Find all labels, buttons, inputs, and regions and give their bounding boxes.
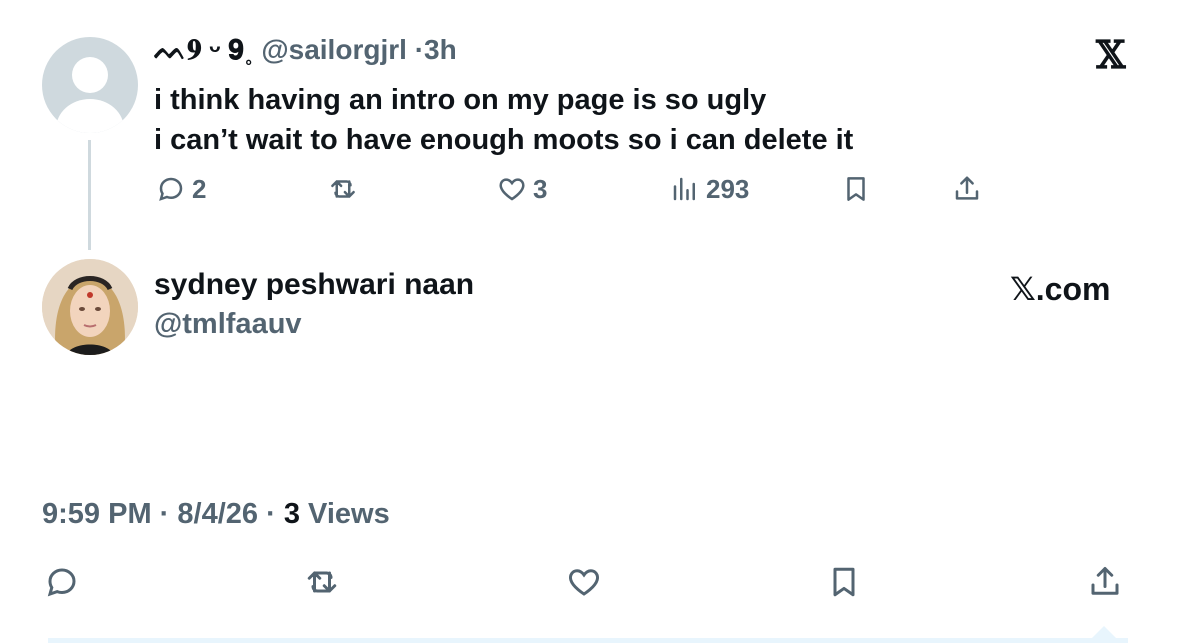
quoted-handle[interactable]: @sailorgjrl: [261, 34, 407, 65]
quoted-like-button[interactable]: 3: [497, 172, 547, 206]
quoted-text-line: i can’t wait to have enough moots so i c…: [154, 124, 854, 156]
share-button[interactable]: [1087, 564, 1123, 600]
share-icon: [1091, 567, 1119, 595]
quoted-share-button[interactable]: [952, 172, 982, 206]
repost-icon: [307, 571, 337, 593]
repost-button[interactable]: [304, 564, 340, 600]
reply-composer-edge: [48, 638, 1128, 643]
x-com-label: 𝕏.com: [1010, 271, 1111, 307]
quoted-avatar[interactable]: [42, 37, 138, 133]
reply-text[interactable]: [42, 410, 52, 450]
views-icon: [673, 177, 695, 201]
reply-meta: 9:59 PM · 8/4/26 · 3 Views: [42, 498, 390, 531]
like-icon: [569, 569, 599, 596]
thread-line: [88, 140, 91, 250]
quoted-like-count: 3: [533, 173, 548, 204]
quoted-bookmark-button[interactable]: [841, 172, 871, 206]
quoted-text-line: i think having an intro on my page is so…: [154, 84, 767, 116]
meta-separator: ·: [159, 498, 170, 530]
bookmark-icon: [847, 177, 865, 201]
repost-icon: [331, 180, 355, 198]
bookmark-icon: [833, 567, 855, 597]
quoted-reply-button[interactable]: 2: [156, 172, 206, 206]
quoted-separator: ·: [414, 34, 425, 65]
reply-button[interactable]: [44, 564, 80, 600]
reply-icon: [47, 568, 76, 597]
reply-icon: [159, 177, 183, 201]
like-icon: [499, 178, 525, 201]
reply-views-count[interactable]: 3: [284, 498, 300, 530]
quoted-header: ᨓ𝟗 ᵕ 𝟗˳ @sailorgjrl ·3h: [154, 34, 457, 67]
quoted-display-name[interactable]: ᨓ𝟗 ᵕ 𝟗˳: [154, 34, 253, 65]
like-button[interactable]: [566, 564, 602, 600]
composer-notch: [1092, 626, 1116, 638]
quoted-text[interactable]: i think having an intro on my page is so…: [154, 80, 853, 160]
reply-avatar-photo: [42, 259, 138, 355]
meta-separator: ·: [266, 498, 276, 530]
quoted-reply-count: 2: [192, 173, 207, 204]
quoted-views-button[interactable]: 293: [670, 172, 749, 206]
x-logo[interactable]: 𝕏: [1096, 32, 1125, 77]
share-icon: [955, 176, 979, 200]
reply-date[interactable]: 8/4/26: [177, 498, 258, 530]
reply-avatar[interactable]: [42, 259, 138, 355]
reply-display-name[interactable]: sydney peshwari naan: [154, 268, 474, 302]
bookmark-button[interactable]: [826, 564, 862, 600]
quoted-views-count: 293: [706, 173, 750, 204]
reply-views-label: Views: [308, 498, 390, 530]
avatar-body: [56, 99, 124, 133]
reply-time[interactable]: 9:59 PM: [42, 498, 152, 530]
reply-handle[interactable]: @tmlfaauv: [154, 308, 302, 341]
quoted-repost-button[interactable]: [328, 172, 364, 206]
quoted-time[interactable]: 3h: [424, 34, 457, 65]
avatar-head: [72, 57, 108, 93]
